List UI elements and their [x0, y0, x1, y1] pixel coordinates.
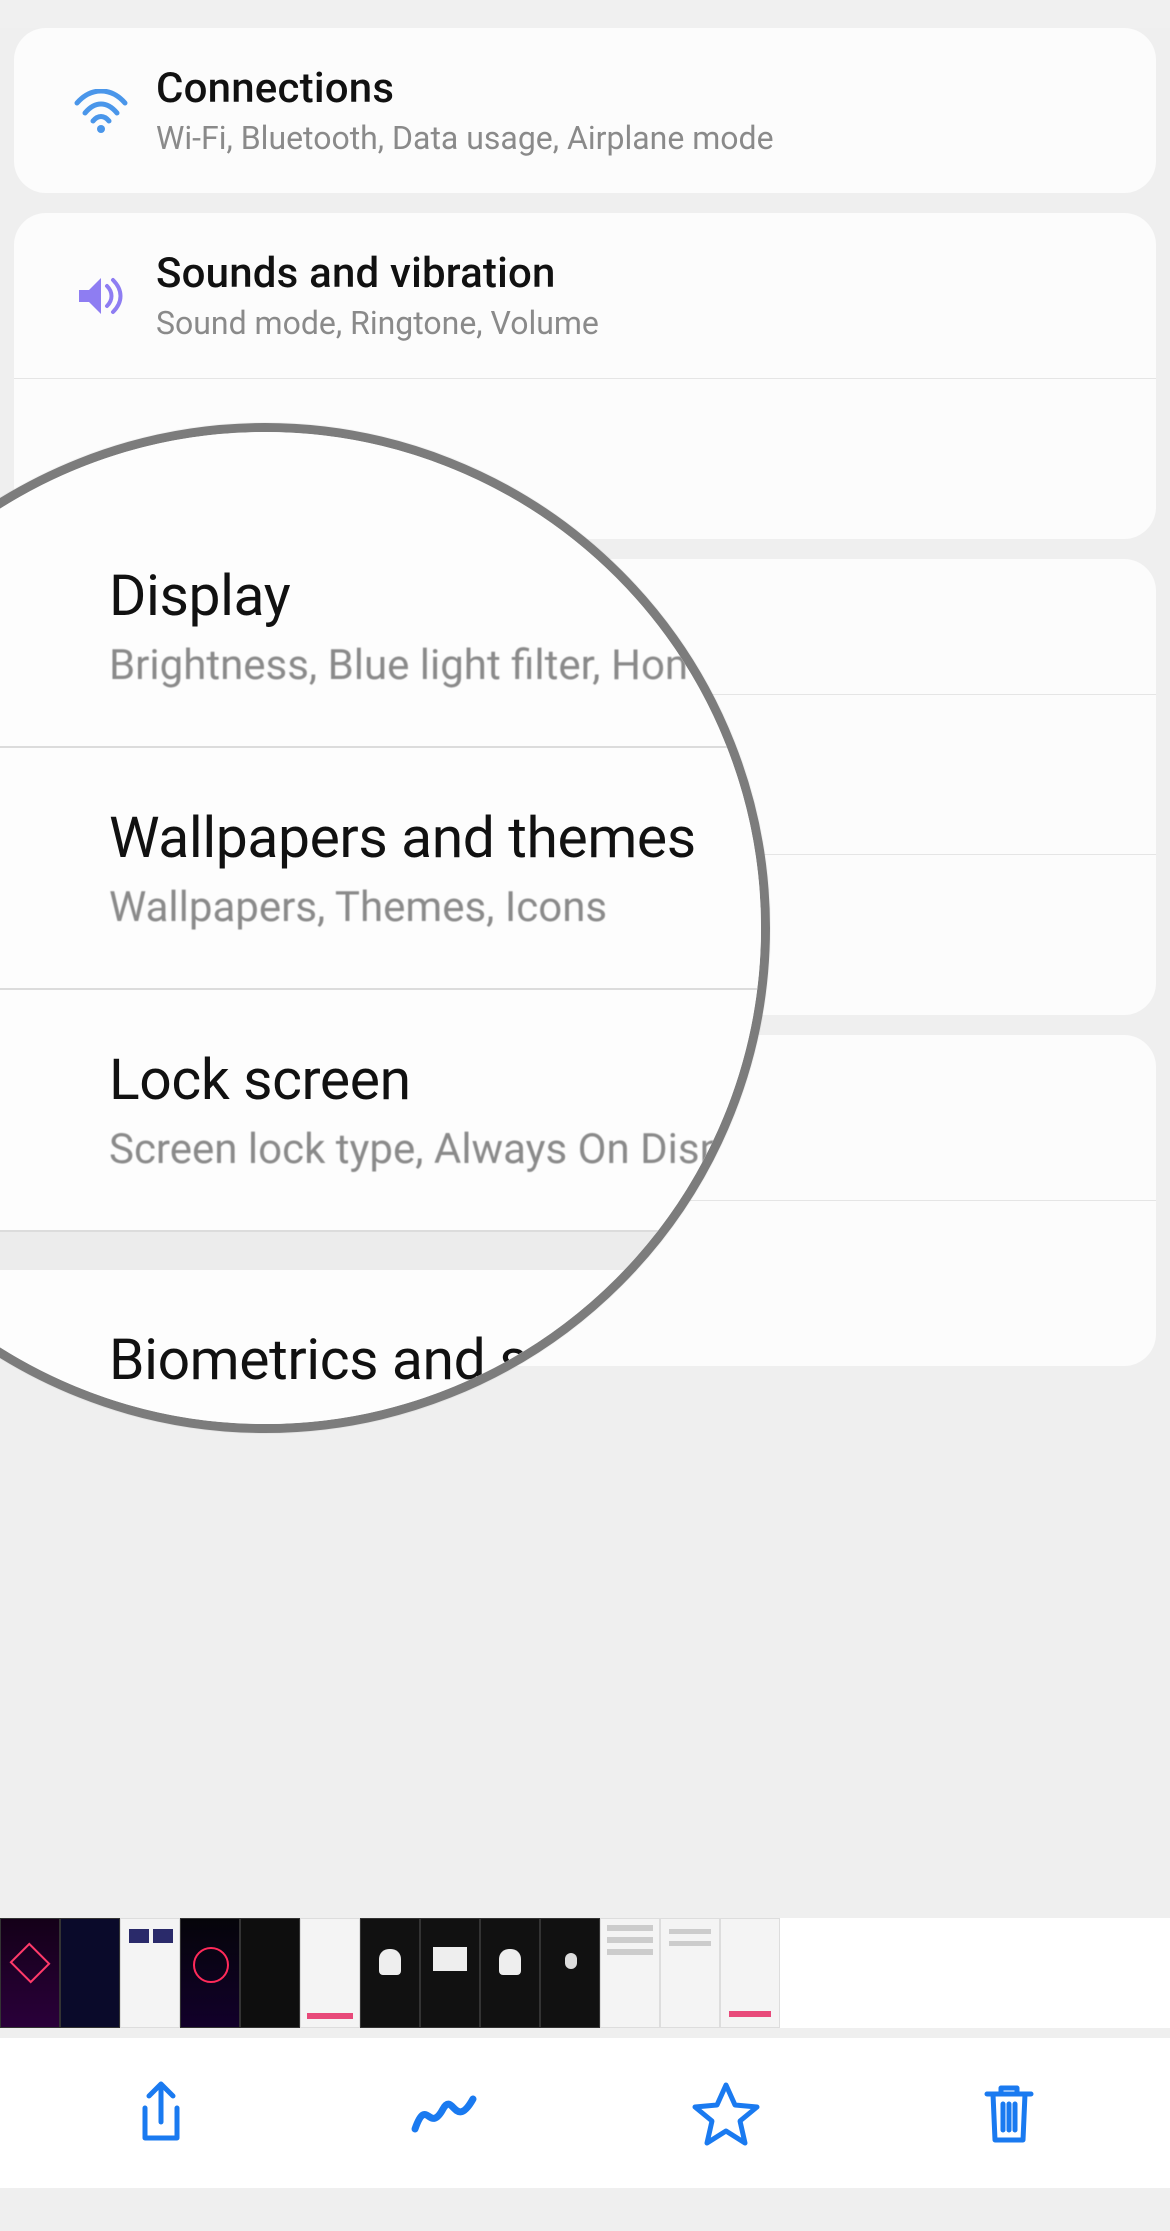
speaker-icon [46, 272, 156, 320]
thumbnail[interactable] [360, 1918, 420, 2028]
thumbnail[interactable] [300, 1918, 360, 2028]
thumbnail[interactable] [0, 1918, 60, 2028]
thumbnail[interactable] [540, 1918, 600, 2028]
settings-row-sounds[interactable]: Sounds and vibration Sound mode, Rington… [14, 213, 1156, 379]
lens-row-title: Display [109, 562, 770, 629]
thumbnail[interactable] [420, 1918, 480, 2028]
delete-button[interactable] [969, 2073, 1049, 2153]
magnifier-lens[interactable]: Display Brightness, Blue light filter, H… [0, 423, 770, 1433]
draw-button[interactable] [404, 2073, 484, 2153]
gallery-toolbar [0, 2038, 1170, 2188]
settings-row-connections[interactable]: Connections Wi-Fi, Bluetooth, Data usage… [14, 28, 1156, 193]
gallery-filmstrip[interactable] [0, 1918, 1170, 2028]
thumbnail[interactable] [480, 1918, 540, 2028]
thumbnail[interactable] [60, 1918, 120, 2028]
favorite-button[interactable] [686, 2073, 766, 2153]
lens-row-title: Lock screen [109, 1046, 770, 1113]
row-title: Connections [156, 64, 1128, 113]
gallery-edit-view: Connections Wi-Fi, Bluetooth, Data usage… [0, 28, 1170, 2231]
wifi-icon [46, 89, 156, 133]
row-subtitle: Sound mode, Ringtone, Volume [156, 304, 1128, 342]
lens-row-subtitle: Brightness, Blue light filter, Home scr [109, 641, 770, 690]
row-title: Sounds and vibration [156, 249, 1128, 298]
lens-row-title: Wallpapers and themes [109, 804, 770, 871]
thumbnail[interactable] [240, 1918, 300, 2028]
lens-row-subtitle: Screen lock type, Always On Display, C [109, 1125, 770, 1174]
lens-row-subtitle: Wallpapers, Themes, Icons [109, 883, 770, 932]
thumbnail[interactable] [720, 1918, 780, 2028]
settings-card-connections[interactable]: Connections Wi-Fi, Bluetooth, Data usage… [14, 28, 1156, 193]
lens-row-title: Biometrics and se [109, 1326, 770, 1393]
thumbnail[interactable] [120, 1918, 180, 2028]
thumbnail[interactable] [180, 1918, 240, 2028]
thumbnail[interactable] [660, 1918, 720, 2028]
share-button[interactable] [121, 2073, 201, 2153]
thumbnail[interactable] [600, 1918, 660, 2028]
row-subtitle: Wi-Fi, Bluetooth, Data usage, Airplane m… [156, 119, 1128, 157]
